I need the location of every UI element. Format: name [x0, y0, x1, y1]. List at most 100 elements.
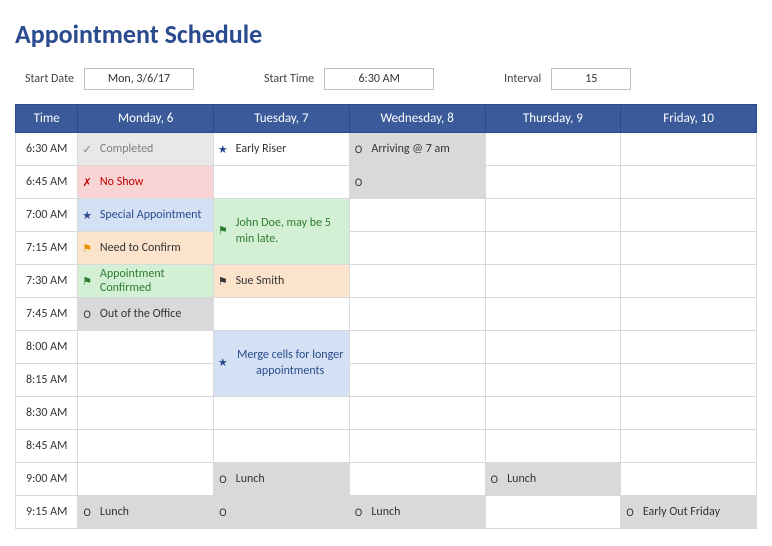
- empty-icon[interactable]: [621, 133, 639, 166]
- empty-icon[interactable]: [78, 331, 96, 364]
- empty-icon[interactable]: [485, 298, 503, 331]
- appt-cell[interactable]: John Doe, may be 5 min late.: [232, 199, 350, 265]
- appt-cell[interactable]: [232, 298, 350, 331]
- empty-icon[interactable]: [485, 232, 503, 265]
- empty-icon[interactable]: [621, 463, 639, 496]
- empty-icon[interactable]: [485, 331, 503, 364]
- appt-cell[interactable]: [232, 430, 350, 463]
- empty-icon[interactable]: [349, 298, 367, 331]
- empty-icon[interactable]: [78, 430, 96, 463]
- appt-cell[interactable]: [639, 397, 757, 430]
- appt-cell[interactable]: [232, 397, 350, 430]
- appt-cell[interactable]: [96, 364, 214, 397]
- appt-cell[interactable]: Appointment Confirmed: [96, 265, 214, 298]
- appt-cell[interactable]: [639, 364, 757, 397]
- start-date-input[interactable]: Mon, 3/6/17: [84, 68, 194, 90]
- empty-icon[interactable]: [78, 463, 96, 496]
- appt-cell[interactable]: Lunch: [503, 463, 621, 496]
- circle-icon[interactable]: O: [78, 496, 96, 529]
- appt-cell[interactable]: [96, 463, 214, 496]
- start-time-input[interactable]: 6:30 AM: [324, 68, 434, 90]
- appt-cell[interactable]: [503, 331, 621, 364]
- empty-icon[interactable]: [485, 397, 503, 430]
- flag-icon[interactable]: ⚑: [214, 265, 232, 298]
- appt-cell[interactable]: [96, 430, 214, 463]
- appt-cell[interactable]: [367, 463, 485, 496]
- appt-cell[interactable]: [639, 199, 757, 232]
- empty-icon[interactable]: [214, 166, 232, 199]
- x-icon[interactable]: ✗: [78, 166, 96, 199]
- appt-cell[interactable]: [503, 232, 621, 265]
- empty-icon[interactable]: [214, 397, 232, 430]
- appt-cell[interactable]: Arriving @ 7 am: [367, 133, 485, 166]
- appt-cell[interactable]: [367, 364, 485, 397]
- appt-cell[interactable]: [367, 397, 485, 430]
- appt-cell[interactable]: Special Appointment: [96, 199, 214, 232]
- appt-cell[interactable]: [639, 133, 757, 166]
- appt-cell[interactable]: [232, 166, 350, 199]
- empty-icon[interactable]: [621, 199, 639, 232]
- appt-cell[interactable]: [367, 265, 485, 298]
- appt-cell[interactable]: [639, 298, 757, 331]
- appt-cell[interactable]: [639, 232, 757, 265]
- appt-cell[interactable]: Lunch: [232, 463, 350, 496]
- appt-cell[interactable]: Completed: [96, 133, 214, 166]
- appt-cell[interactable]: Out of the Office: [96, 298, 214, 331]
- appt-cell[interactable]: [96, 397, 214, 430]
- appt-cell[interactable]: [503, 199, 621, 232]
- empty-icon[interactable]: [349, 265, 367, 298]
- empty-icon[interactable]: [621, 298, 639, 331]
- empty-icon[interactable]: [349, 232, 367, 265]
- empty-icon[interactable]: [485, 496, 503, 529]
- empty-icon[interactable]: [78, 364, 96, 397]
- appt-cell[interactable]: [503, 298, 621, 331]
- empty-icon[interactable]: [621, 331, 639, 364]
- empty-icon[interactable]: [621, 364, 639, 397]
- circle-icon[interactable]: O: [349, 166, 367, 199]
- star-icon[interactable]: ★: [78, 199, 96, 232]
- appt-cell[interactable]: [367, 199, 485, 232]
- appt-cell[interactable]: [232, 496, 350, 529]
- appt-cell[interactable]: [367, 331, 485, 364]
- empty-icon[interactable]: [485, 364, 503, 397]
- appt-cell[interactable]: Early Riser: [232, 133, 350, 166]
- circle-icon[interactable]: O: [349, 133, 367, 166]
- appt-cell[interactable]: [367, 430, 485, 463]
- appt-cell[interactable]: [639, 463, 757, 496]
- appt-cell[interactable]: [503, 430, 621, 463]
- appt-cell[interactable]: Merge cells for longer appointments: [232, 331, 350, 397]
- flag-icon[interactable]: ⚑: [214, 199, 232, 265]
- empty-icon[interactable]: [621, 265, 639, 298]
- flag-icon[interactable]: ⚑: [78, 265, 96, 298]
- appt-cell[interactable]: [639, 265, 757, 298]
- check-icon[interactable]: ✓: [78, 133, 96, 166]
- appt-cell[interactable]: [503, 397, 621, 430]
- appt-cell[interactable]: [503, 364, 621, 397]
- appt-cell[interactable]: [503, 496, 621, 529]
- circle-icon[interactable]: O: [621, 496, 639, 529]
- appt-cell[interactable]: [367, 166, 485, 199]
- appt-cell[interactable]: [639, 166, 757, 199]
- star-icon[interactable]: ★: [214, 133, 232, 166]
- appt-cell[interactable]: Sue Smith: [232, 265, 350, 298]
- star-icon[interactable]: ★: [214, 331, 232, 397]
- empty-icon[interactable]: [349, 331, 367, 364]
- appt-cell[interactable]: No Show: [96, 166, 214, 199]
- circle-icon[interactable]: O: [214, 496, 232, 529]
- empty-icon[interactable]: [485, 199, 503, 232]
- circle-icon[interactable]: O: [78, 298, 96, 331]
- appt-cell[interactable]: Need to Confirm: [96, 232, 214, 265]
- empty-icon[interactable]: [349, 430, 367, 463]
- empty-icon[interactable]: [485, 133, 503, 166]
- empty-icon[interactable]: [214, 298, 232, 331]
- appt-cell[interactable]: Lunch: [367, 496, 485, 529]
- empty-icon[interactable]: [78, 397, 96, 430]
- circle-icon[interactable]: O: [214, 463, 232, 496]
- empty-icon[interactable]: [621, 166, 639, 199]
- empty-icon[interactable]: [621, 232, 639, 265]
- appt-cell[interactable]: [96, 331, 214, 364]
- empty-icon[interactable]: [621, 430, 639, 463]
- appt-cell[interactable]: [367, 298, 485, 331]
- empty-icon[interactable]: [349, 397, 367, 430]
- circle-icon[interactable]: O: [349, 496, 367, 529]
